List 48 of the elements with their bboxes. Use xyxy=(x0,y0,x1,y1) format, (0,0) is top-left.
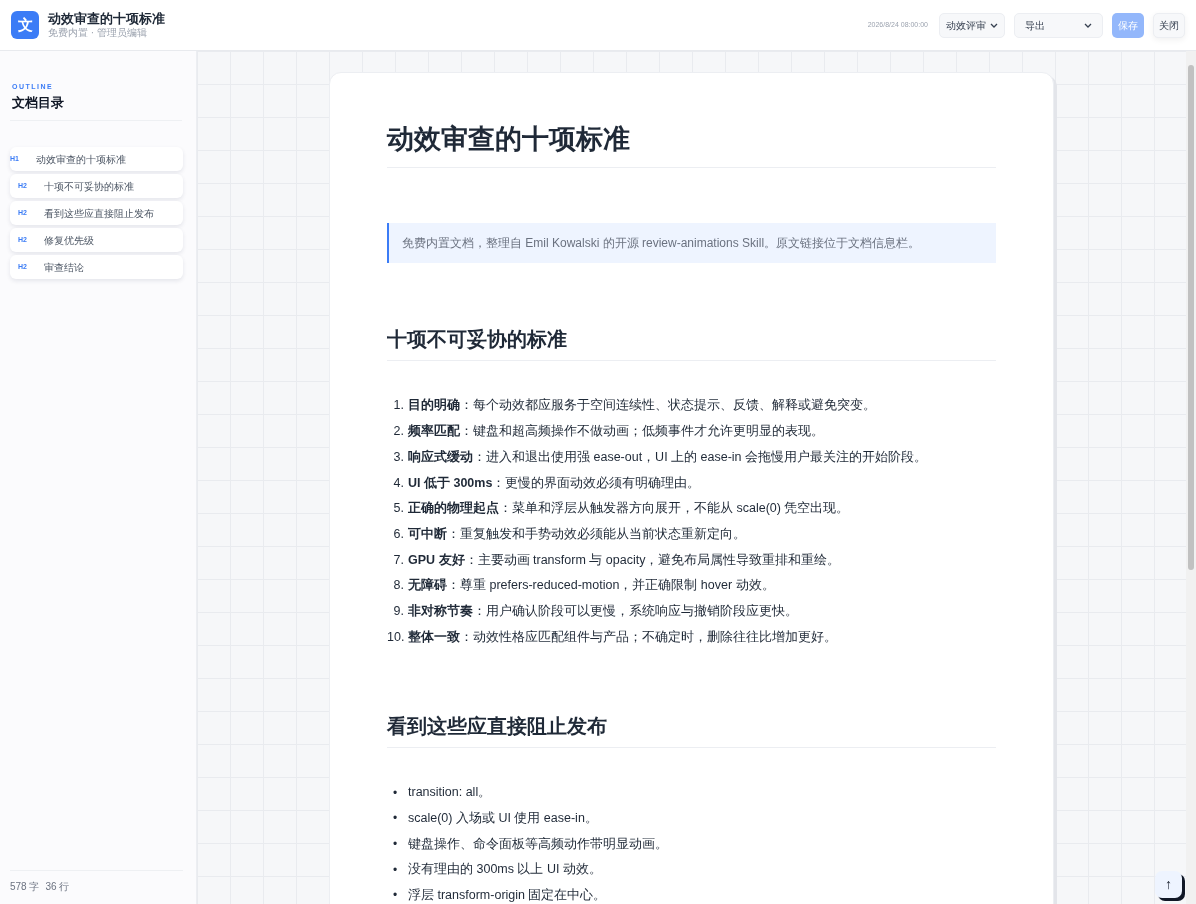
list-item-text: 响应式缓动：进入和退出使用强 ease-out，UI 上的 ease-in 会拖慢用户最关注的开始阶段。 xyxy=(408,448,928,466)
line-count: 36 行 xyxy=(45,880,70,894)
section-heading: 看到这些应直接阻止发布 xyxy=(387,711,996,748)
scrollbar[interactable] xyxy=(1186,51,1196,904)
list-item-text: 没有理由的 300ms 以上 UI 动效。 xyxy=(408,861,602,879)
list-number: 2. xyxy=(392,423,404,441)
chevron-down-icon xyxy=(990,22,998,28)
back-to-top-button[interactable]: ↑ xyxy=(1155,871,1182,898)
document-note: 免费内置文档，整理自 Emil Kowalski 的开源 review-animations Skill。原文链接位于文档信息栏。 xyxy=(387,223,996,263)
list-item-text: transition: all。 xyxy=(408,784,492,802)
list-item-text: 频率匹配：键盘和超高频操作不做动画；低频事件才允许更明显的表现。 xyxy=(408,423,824,441)
list-number: 3. xyxy=(392,448,404,466)
app-logo: 文 xyxy=(11,11,39,39)
scrollbar-thumb[interactable] xyxy=(1188,65,1194,570)
list-number: 10. xyxy=(387,628,404,646)
list-number: 5. xyxy=(392,500,404,518)
list-number: 7. xyxy=(392,551,404,569)
list-item-text: 可中断：重复触发和手势动效必须能从当前状态重新定向。 xyxy=(408,525,746,543)
list-bullet: • xyxy=(392,887,399,904)
list-number: 1. xyxy=(392,397,404,415)
list-number: 6. xyxy=(392,525,404,543)
list-bullet: • xyxy=(392,784,399,802)
list-number: 8. xyxy=(392,577,404,595)
list-item-text: UI 低于 300ms：更慢的界面动效必须有明确理由。 xyxy=(408,474,701,492)
list-number: 9. xyxy=(392,602,404,620)
list-item-text: 正确的物理起点：菜单和浮层从触发器方向展开，不能从 scale(0) 凭空出现。 xyxy=(408,500,850,518)
list-item-text: 目的明确：每个动效都应服务于空间连续性、状态提示、反馈、解释或避免突变。 xyxy=(408,397,876,415)
list-item-text: scale(0) 入场或 UI 使用 ease-in。 xyxy=(408,810,598,828)
mode-select[interactable]: 动效评审 xyxy=(939,12,1005,38)
list-item-text: 浮层 transform-origin 固定在中心。 xyxy=(408,887,607,904)
chevron-down-icon xyxy=(1084,22,1092,28)
document-subtitle: 免费内置 · 管理员编辑 xyxy=(48,27,148,39)
list-item-text: 整体一致：动效性格应匹配组件与产品；不确定时，删除往往比增加更好。 xyxy=(408,628,837,646)
character-count: 578 字 xyxy=(10,880,40,894)
outline-title: 文档目录 xyxy=(12,94,65,112)
document-title: 动效审查的十项标准 xyxy=(48,11,165,27)
list-item-text: 无障碍：尊重 prefers-reduced-motion，并正确限制 hover 动效。 xyxy=(408,577,775,595)
list-bullet: • xyxy=(392,810,399,828)
export-select[interactable]: 导出 xyxy=(1014,12,1103,38)
list-bullet: • xyxy=(392,861,399,879)
list-item-text: GPU 友好：主要动画 transform 与 opacity，避免布局属性导致重排和重绘。 xyxy=(408,551,841,569)
list-bullet: • xyxy=(392,836,399,854)
list-item-text: 键盘操作、命令面板等高频动作带明显动画。 xyxy=(408,835,668,853)
list-number: 4. xyxy=(392,474,404,492)
document-heading: 动效审查的十项标准 xyxy=(387,121,996,168)
section-heading: 十项不可妥协的标准 xyxy=(387,325,996,361)
close-button[interactable]: 关闭 xyxy=(1153,12,1185,38)
list-item-text: 非对称节奏：用户确认阶段可以更慢，系统响应与撤销阶段应更快。 xyxy=(408,602,798,620)
